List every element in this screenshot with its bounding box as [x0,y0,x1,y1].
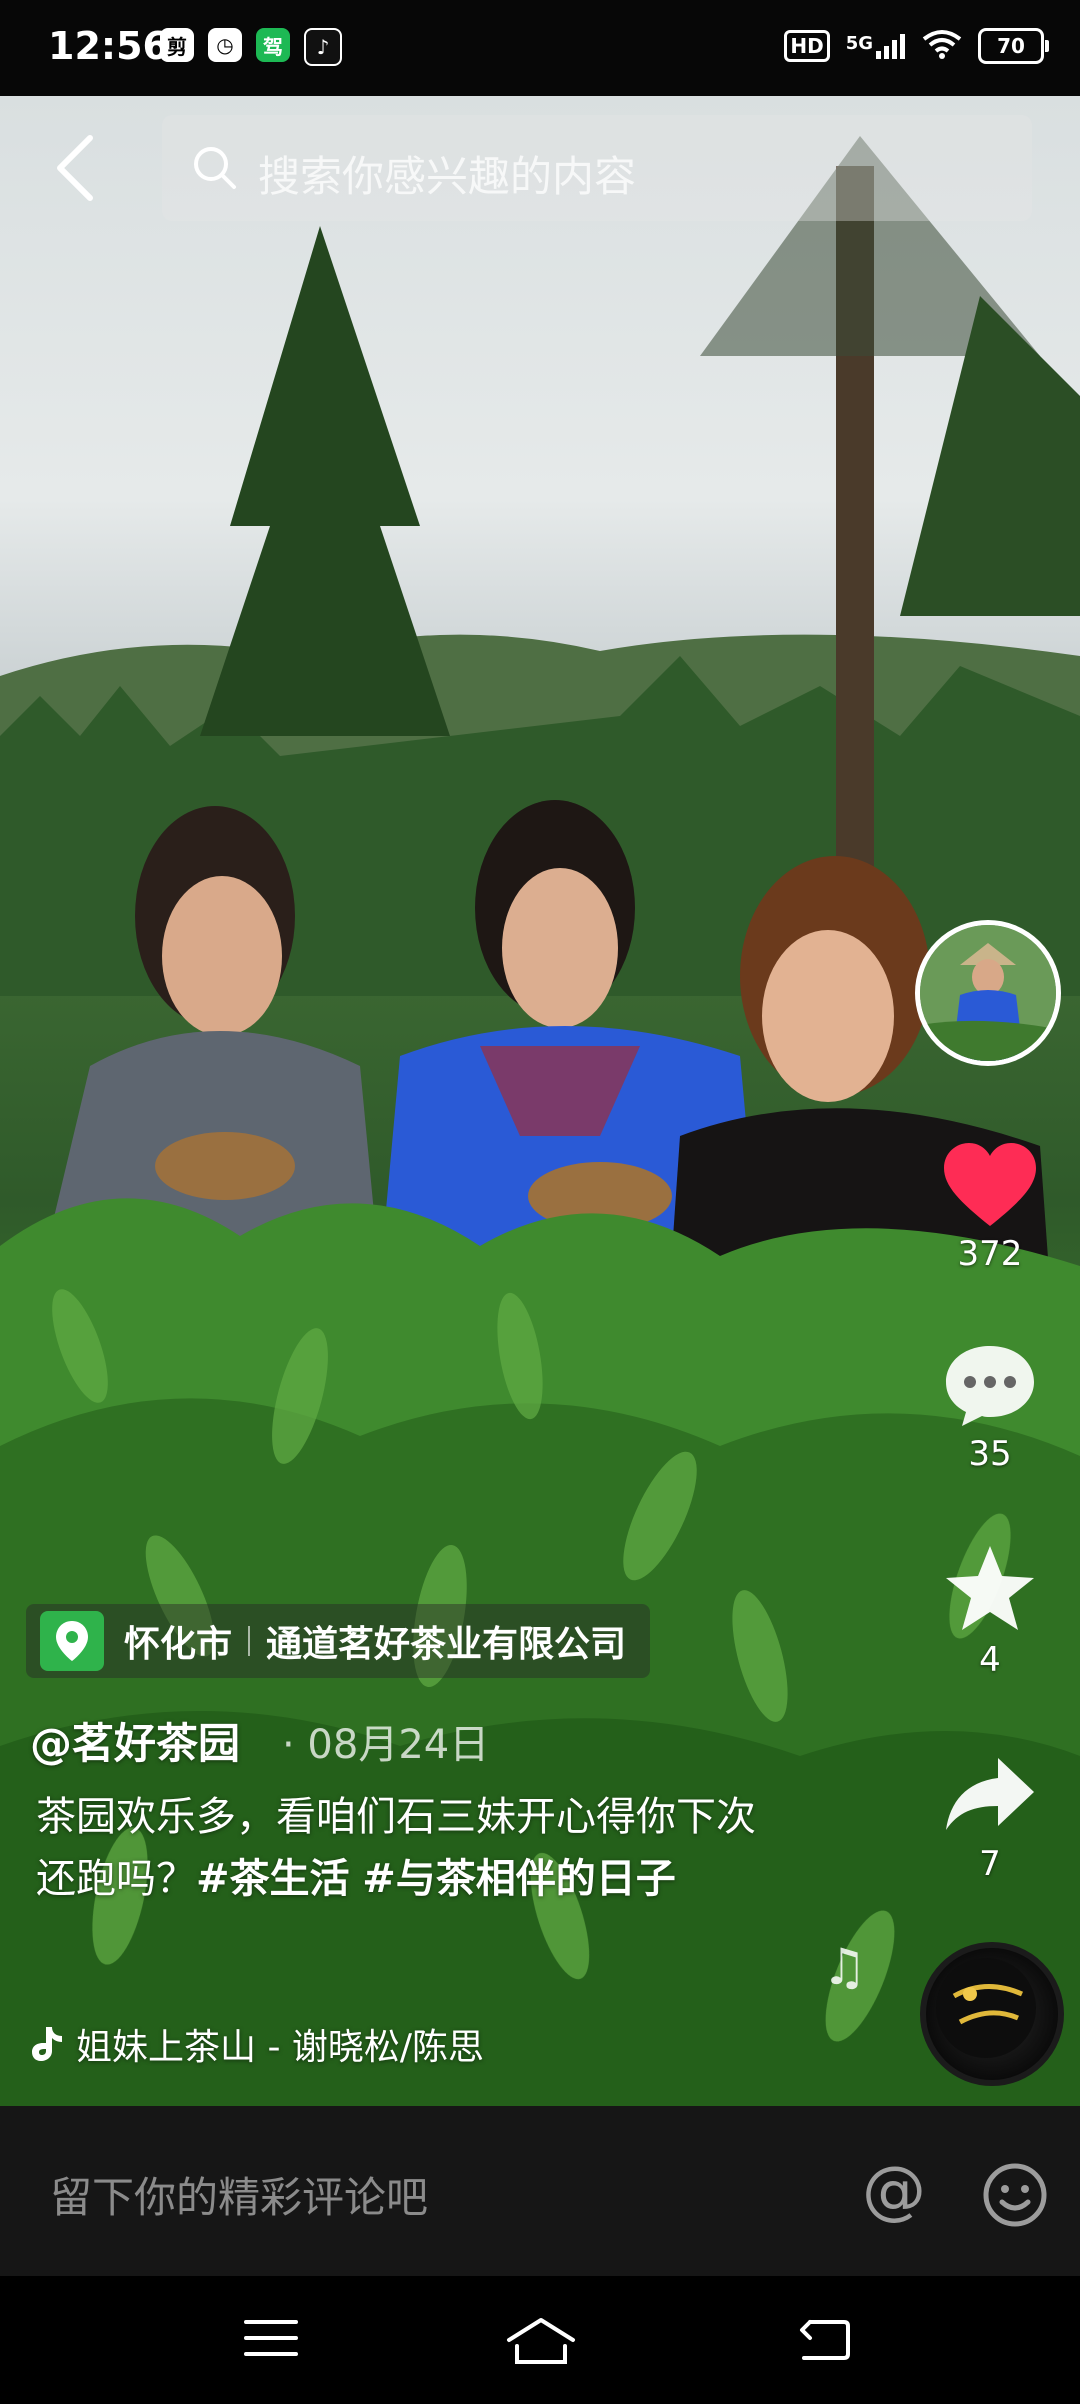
comment-input[interactable]: 留下你的精彩评论吧 [50,2164,428,2225]
search-placeholder: 搜索你感兴趣的内容 [258,152,637,201]
driving-app-icon: 驾 [256,28,290,62]
speed-icon: ◷ [208,28,242,62]
music-disc-icon [936,1958,1036,2058]
emoji-button[interactable] [982,2162,1048,2232]
heart-icon [944,1143,1036,1226]
battery-icon: 70 [978,28,1049,64]
comment-bar: 留下你的精彩评论吧 @ [0,2106,1080,2276]
music-info[interactable]: 姐妹上茶山 - 谢晓松/陈思 [30,2018,484,2070]
home-icon [507,2318,575,2364]
hd-icon: HD [784,30,830,62]
mention-button[interactable]: @ [862,2154,926,2228]
comment-button[interactable]: 35 [930,1340,1050,1474]
emoji-icon [983,2163,1047,2227]
comment-count: 35 [968,1434,1012,1474]
hashtag-link[interactable]: #与茶相伴的日子 [362,1856,676,1902]
home-button[interactable] [505,2316,577,2370]
status-indicators: HD 5G 70 [784,28,1049,64]
share-button[interactable]: 7 [930,1750,1050,1884]
map-pin-icon [40,1611,104,1671]
like-count: 372 [957,1234,1023,1274]
star-icon [946,1546,1034,1630]
favorite-count: 4 [979,1640,1001,1680]
back-button[interactable] [42,128,112,208]
comment-icon [946,1346,1034,1426]
search-bar[interactable]: 搜索你感兴趣的内容 [162,115,1032,221]
location-divider [248,1626,251,1656]
capcut-icon: 剪 [160,28,194,62]
share-count: 7 [979,1844,1001,1884]
location-tag[interactable]: 怀化市 通道茗好茶业有限公司 [26,1604,651,1678]
share-arrow-icon [946,1758,1034,1830]
menu-button[interactable] [244,2316,298,2364]
like-button[interactable]: 372 [930,1140,1050,1274]
menu-icon [244,2320,298,2356]
search-icon [194,147,236,189]
favorite-button[interactable]: 4 [930,1540,1050,1680]
location-company: 通道茗好茶业有限公司 [266,1624,627,1665]
back-nav-button[interactable] [796,2316,852,2366]
author-avatar[interactable] [915,920,1061,1066]
signal-icon: 5G [846,33,906,59]
post-date: · 08月24日 [282,1722,490,1768]
status-app-icons: 剪 ◷ 驾 ♪ [160,28,342,66]
douyin-icon: ♪ [304,28,342,66]
status-time: 12:56 [48,24,169,68]
chevron-left-icon [57,135,93,201]
back-arrow-icon [800,2320,850,2360]
avatar-image [920,925,1056,1061]
location-city: 怀化市 [124,1624,233,1665]
music-title: 姐妹上茶山 - 谢晓松/陈思 [76,2027,485,2068]
post-caption: 茶园欢乐多，看咱们石三妹开心得你下次还跑吗？#茶生活 #与茶相伴的日子 [36,1786,776,1910]
wifi-icon [922,29,962,63]
status-bar: 12:56 剪 ◷ 驾 ♪ HD 5G 70 [0,0,1080,96]
author-name[interactable]: @茗好茶园 [30,1710,240,1771]
tiktok-note-icon [32,2027,62,2061]
hashtag-link[interactable]: #茶生活 [196,1856,350,1902]
music-note-icon: ♫ [822,1938,867,1996]
music-disc[interactable] [920,1942,1064,2086]
system-nav-bar [0,2276,1080,2404]
